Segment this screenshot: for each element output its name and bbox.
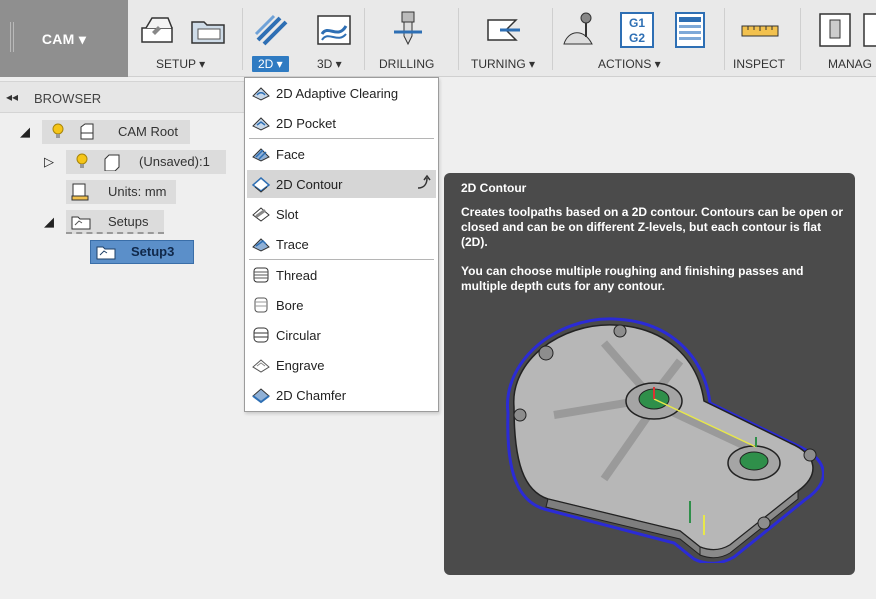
cam-root-icon: [80, 123, 94, 140]
tree-node-unsaved[interactable]: ▷ (Unsaved):1: [42, 150, 232, 174]
turning-icon[interactable]: [484, 10, 524, 50]
workspace-label: CAM ▾: [41, 31, 87, 47]
3d-label[interactable]: 3D ▾: [317, 57, 342, 71]
workspace-switcher[interactable]: CAM ▾: [0, 0, 128, 77]
collapse-triangle-icon[interactable]: ◢: [20, 124, 30, 140]
menu-item-slot[interactable]: Slot: [247, 200, 436, 228]
expand-triangle-icon[interactable]: ▷: [44, 154, 54, 170]
actions-label[interactable]: ACTIONS ▾: [598, 57, 661, 71]
contour-preview-image: [506, 317, 824, 563]
turning-group[interactable]: TURNING ▾: [462, 0, 546, 77]
toolbar-divider: [552, 8, 553, 70]
menu-item-circular[interactable]: Circular: [247, 321, 436, 349]
chamfer-icon: [252, 388, 270, 404]
3d-group[interactable]: 3D ▾: [308, 0, 358, 77]
drill-icon[interactable]: [388, 10, 428, 50]
bore-icon: [254, 297, 268, 313]
setups-label: Setups: [108, 214, 149, 229]
menu-item-trace[interactable]: Trace: [247, 230, 436, 258]
post-process-icon[interactable]: G1 G2: [620, 12, 654, 48]
toolbar: CAM ▾ SETUP ▾ 2D ▾ 3D ▾ DRILLING TURNING…: [0, 0, 876, 77]
units-label: Units: mm: [108, 184, 167, 199]
tooltip-2d-contour: 2D Contour Creates toolpaths based on a …: [444, 173, 855, 575]
contour-icon: [251, 177, 271, 193]
face-icon: [252, 148, 270, 162]
lightbulb-icon[interactable]: [74, 153, 90, 171]
menu-item-2d-pocket[interactable]: 2D Pocket: [247, 109, 436, 137]
menu-item-engrave[interactable]: Engrave: [247, 351, 436, 379]
setup-sheet-icon[interactable]: [670, 10, 710, 50]
engrave-icon: [252, 359, 270, 373]
menu-item-face[interactable]: Face: [247, 140, 436, 168]
lightbulb-icon[interactable]: [50, 123, 66, 141]
setups-folder-icon: [71, 216, 91, 230]
browser-title: BROWSER: [34, 91, 102, 106]
pocket-icon: [252, 117, 270, 131]
toolbar-divider: [242, 8, 243, 70]
tooltip-description: Creates toolpaths based on a 2D contour.…: [461, 205, 844, 249]
document-label: (Unsaved):1: [139, 154, 210, 169]
adaptive-clearing-icon: [252, 87, 270, 101]
tree-node-setup3-selected[interactable]: Setup3: [90, 240, 194, 264]
menu-item-2d-chamfer[interactable]: 2D Chamfer: [247, 381, 436, 409]
cam-root-label: CAM Root: [118, 124, 178, 139]
3d-milling-icon[interactable]: [314, 10, 354, 50]
measure-icon[interactable]: [740, 10, 780, 50]
new-setup-icon[interactable]: [138, 10, 178, 50]
menu-item-thread[interactable]: Thread: [247, 261, 436, 289]
drilling-label[interactable]: DRILLING: [379, 57, 434, 71]
cam-workspace: CAM ▾ SETUP ▾ 2D ▾ 3D ▾ DRILLING TURNING…: [0, 0, 876, 599]
template-library-icon[interactable]: [860, 10, 876, 50]
tree-node-units[interactable]: Units: mm: [66, 180, 186, 204]
inspect-label[interactable]: INSPECT: [733, 57, 785, 71]
menu-item-2d-adaptive-clearing[interactable]: 2D Adaptive Clearing: [247, 79, 436, 107]
circular-icon: [253, 327, 269, 343]
tool-library-icon[interactable]: [816, 10, 856, 50]
folder-setup-icon[interactable]: [188, 10, 228, 50]
collapse-triangle-icon[interactable]: ◢: [44, 214, 54, 230]
toolbar-divider: [800, 8, 801, 70]
2d-group[interactable]: 2D ▾: [244, 0, 304, 77]
actions-group[interactable]: G1 G2 ACTIONS ▾: [556, 0, 716, 77]
units-icon: [71, 183, 89, 201]
simulate-icon[interactable]: [560, 10, 600, 50]
toolbar-divider: [364, 8, 365, 70]
menu-divider: [249, 259, 434, 260]
turning-label[interactable]: TURNING ▾: [471, 57, 535, 71]
component-icon: [104, 154, 120, 171]
trace-icon: [252, 238, 270, 252]
tooltip-title: 2D Contour: [461, 181, 527, 195]
menu-item-bore[interactable]: Bore: [247, 291, 436, 319]
menu-item-2d-contour[interactable]: 2D Contour: [247, 170, 436, 198]
collapse-browser-icon[interactable]: ◂◂: [6, 90, 18, 104]
drilling-group[interactable]: DRILLING: [370, 0, 446, 77]
menu-divider: [249, 138, 434, 139]
setup-label[interactable]: SETUP ▾: [156, 57, 205, 71]
slot-icon: [252, 207, 270, 222]
browser-header: ◂◂ BROWSER: [0, 81, 244, 113]
2d-dropdown-menu: 2D Adaptive Clearing 2D Pocket Face 2D C…: [244, 77, 439, 412]
tree-node-setups[interactable]: ◢ Setups: [42, 210, 172, 234]
inspect-group[interactable]: INSPECT: [728, 0, 792, 77]
manage-label[interactable]: MANAG: [828, 57, 872, 71]
tree-node-cam-root[interactable]: ◢ CAM Root: [18, 120, 198, 144]
toolbar-divider: [724, 8, 725, 70]
setup-group[interactable]: SETUP ▾: [132, 0, 240, 77]
repeat-arrow-icon: [417, 174, 431, 189]
tooltip-description-extra: You can choose multiple roughing and fin…: [461, 264, 804, 293]
setup3-label: Setup3: [131, 244, 175, 259]
2d-label[interactable]: 2D ▾: [252, 56, 289, 72]
toolbar-divider: [458, 8, 459, 70]
manage-group[interactable]: MANAG: [806, 0, 876, 77]
setup-icon: [96, 246, 116, 260]
thread-icon: [253, 267, 269, 283]
2d-milling-icon[interactable]: [252, 10, 292, 50]
